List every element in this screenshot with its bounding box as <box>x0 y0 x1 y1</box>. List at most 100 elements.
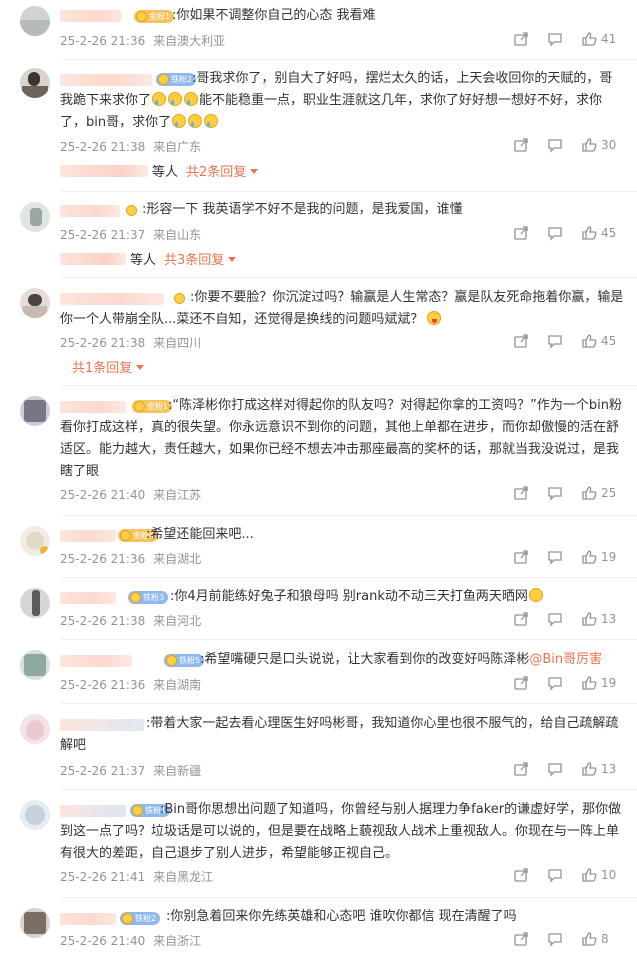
avatar[interactable] <box>20 6 50 36</box>
timestamp: 25-2-26 21:38 <box>60 336 146 350</box>
comment-icon[interactable] <box>547 549 563 565</box>
comment-text: :你如果不调整你自己的心态 我看难 <box>172 8 376 23</box>
fan-badge: 铁粉5 <box>164 654 205 667</box>
expand-replies-link[interactable]: 共1条回复 <box>72 361 144 376</box>
location: 来自湖北 <box>153 552 202 566</box>
comment-actions: 13 <box>513 761 623 779</box>
comment-actions: 41 <box>513 31 623 49</box>
location: 来自江苏 <box>153 488 202 502</box>
comment-icon[interactable] <box>547 867 563 883</box>
share-icon[interactable] <box>513 675 529 691</box>
avatar[interactable] <box>20 526 50 556</box>
share-icon[interactable] <box>513 611 529 627</box>
thumbs-up-icon[interactable]: 30 <box>581 137 616 153</box>
thumbs-up-icon[interactable]: 10 <box>581 867 616 883</box>
location: 来自四川 <box>153 336 202 350</box>
username[interactable] <box>60 205 120 217</box>
thumbs-up-icon[interactable]: 13 <box>581 611 616 627</box>
crying-emoji-icon <box>204 114 219 128</box>
like-count: 41 <box>601 32 617 46</box>
timestamp: 25-2-26 21:40 <box>60 934 146 948</box>
avatar[interactable] <box>20 908 50 938</box>
avatar[interactable] <box>20 68 50 98</box>
comment-icon[interactable] <box>547 611 563 627</box>
comment-text: :希望还能回来吧... <box>146 527 254 542</box>
comment-icon[interactable] <box>547 137 563 153</box>
thumbs-up-icon[interactable]: 45 <box>581 333 616 349</box>
comment-item: 金粉1 :你如果不调整你自己的心态 我看难 25-2-26 21:36 来自澳大… <box>0 0 637 60</box>
thumbs-up-icon[interactable]: 41 <box>581 31 616 47</box>
thumbs-up-icon[interactable]: 8 <box>581 931 609 947</box>
share-icon[interactable] <box>513 31 529 47</box>
comment-icon[interactable] <box>547 485 563 501</box>
crying-emoji-icon <box>188 114 203 128</box>
location: 来自广东 <box>153 140 202 154</box>
comment-item: 金粉4 :希望还能回来吧... 25-2-26 21:36 来自湖北 19 <box>0 516 637 578</box>
thumbs-up-icon[interactable]: 19 <box>581 549 616 565</box>
reply-summary[interactable]: 共1条回复 <box>60 358 144 380</box>
like-count: 45 <box>601 226 617 240</box>
avatar[interactable] <box>20 288 50 318</box>
like-count: 45 <box>601 334 617 348</box>
reply-summary[interactable]: 等人 共2条回复 <box>60 162 258 184</box>
share-icon[interactable] <box>513 867 529 883</box>
thumbs-up-icon[interactable]: 13 <box>581 761 616 777</box>
comment-icon[interactable] <box>547 761 563 777</box>
timestamp: 25-2-26 21:36 <box>60 552 146 566</box>
avatar[interactable] <box>20 650 50 680</box>
tongue-emoji-icon <box>427 311 442 325</box>
comment-meta: 25-2-26 21:41 来自黑龙江 <box>60 868 213 885</box>
thumbs-up-icon[interactable]: 19 <box>581 675 616 691</box>
comment-meta: 25-2-26 21:36 来自湖南 <box>60 676 201 693</box>
thumbs-up-icon[interactable]: 45 <box>581 225 616 241</box>
username[interactable] <box>60 655 132 667</box>
avatar[interactable] <box>20 800 50 830</box>
username[interactable] <box>60 10 122 22</box>
comment-text: :Bin哥你思想出问题了知道吗，你曾经与别人据理力争faker的谦虚好学，那你做… <box>60 802 622 861</box>
share-icon[interactable] <box>513 137 529 153</box>
avatar[interactable] <box>20 588 50 618</box>
comment-icon[interactable] <box>547 333 563 349</box>
reply-avatars <box>60 165 148 177</box>
comment-meta: 25-2-26 21:37 来自新疆 <box>60 762 201 779</box>
location: 来自黑龙江 <box>153 870 214 884</box>
expand-replies-link[interactable]: 共3条回复 <box>164 253 236 268</box>
reply-summary[interactable]: 等人 共3条回复 <box>60 250 236 272</box>
avatar[interactable] <box>20 714 50 744</box>
crying-emoji-icon <box>152 92 167 106</box>
like-count: 10 <box>601 868 617 882</box>
comment-icon[interactable] <box>547 931 563 947</box>
fan-icon <box>130 592 141 603</box>
share-icon[interactable] <box>513 485 529 501</box>
crown-icon <box>136 11 147 22</box>
share-icon[interactable] <box>513 761 529 777</box>
comment-actions: 13 <box>513 611 623 629</box>
share-icon[interactable] <box>513 333 529 349</box>
fan-badge: 铁粉2 <box>120 912 161 925</box>
comment-actions: 19 <box>513 675 623 693</box>
thumbs-up-icon[interactable]: 25 <box>581 485 616 501</box>
crown-icon <box>122 913 133 924</box>
timestamp: 25-2-26 21:36 <box>60 678 146 692</box>
comment-text: :希望嘴硬只是口头说说，让大家看到你的改变好吗陈泽彬@Bin哥厉害 <box>200 649 625 671</box>
share-icon[interactable] <box>513 931 529 947</box>
avatar[interactable] <box>20 202 50 232</box>
share-icon[interactable] <box>513 225 529 241</box>
username[interactable] <box>60 530 116 542</box>
comment-actions: 25 <box>513 485 623 503</box>
username[interactable] <box>60 913 116 925</box>
comment-item: 铁粉3 :你4月前能练好兔子和狼母吗 别rank动不动三天打鱼两天晒网 25-2… <box>0 578 637 640</box>
emoji-badge <box>124 204 139 217</box>
comment-item: 铁粉2 :你别急着回来你先练英雄和心态吧 谁吹你都信 现在清醒了吗 25-2-2… <box>0 898 637 954</box>
comment-icon[interactable] <box>547 31 563 47</box>
username[interactable] <box>60 592 116 604</box>
comment-meta: 25-2-26 21:38 来自河北 <box>60 612 201 629</box>
like-count: 19 <box>601 676 617 690</box>
comment-icon[interactable] <box>547 225 563 241</box>
avatar[interactable] <box>20 396 50 426</box>
expand-replies-link[interactable]: 共2条回复 <box>186 165 258 180</box>
mention-link[interactable]: @Bin哥厉害 <box>529 652 602 667</box>
share-icon[interactable] <box>513 549 529 565</box>
timestamp: 25-2-26 21:40 <box>60 488 146 502</box>
comment-icon[interactable] <box>547 675 563 691</box>
